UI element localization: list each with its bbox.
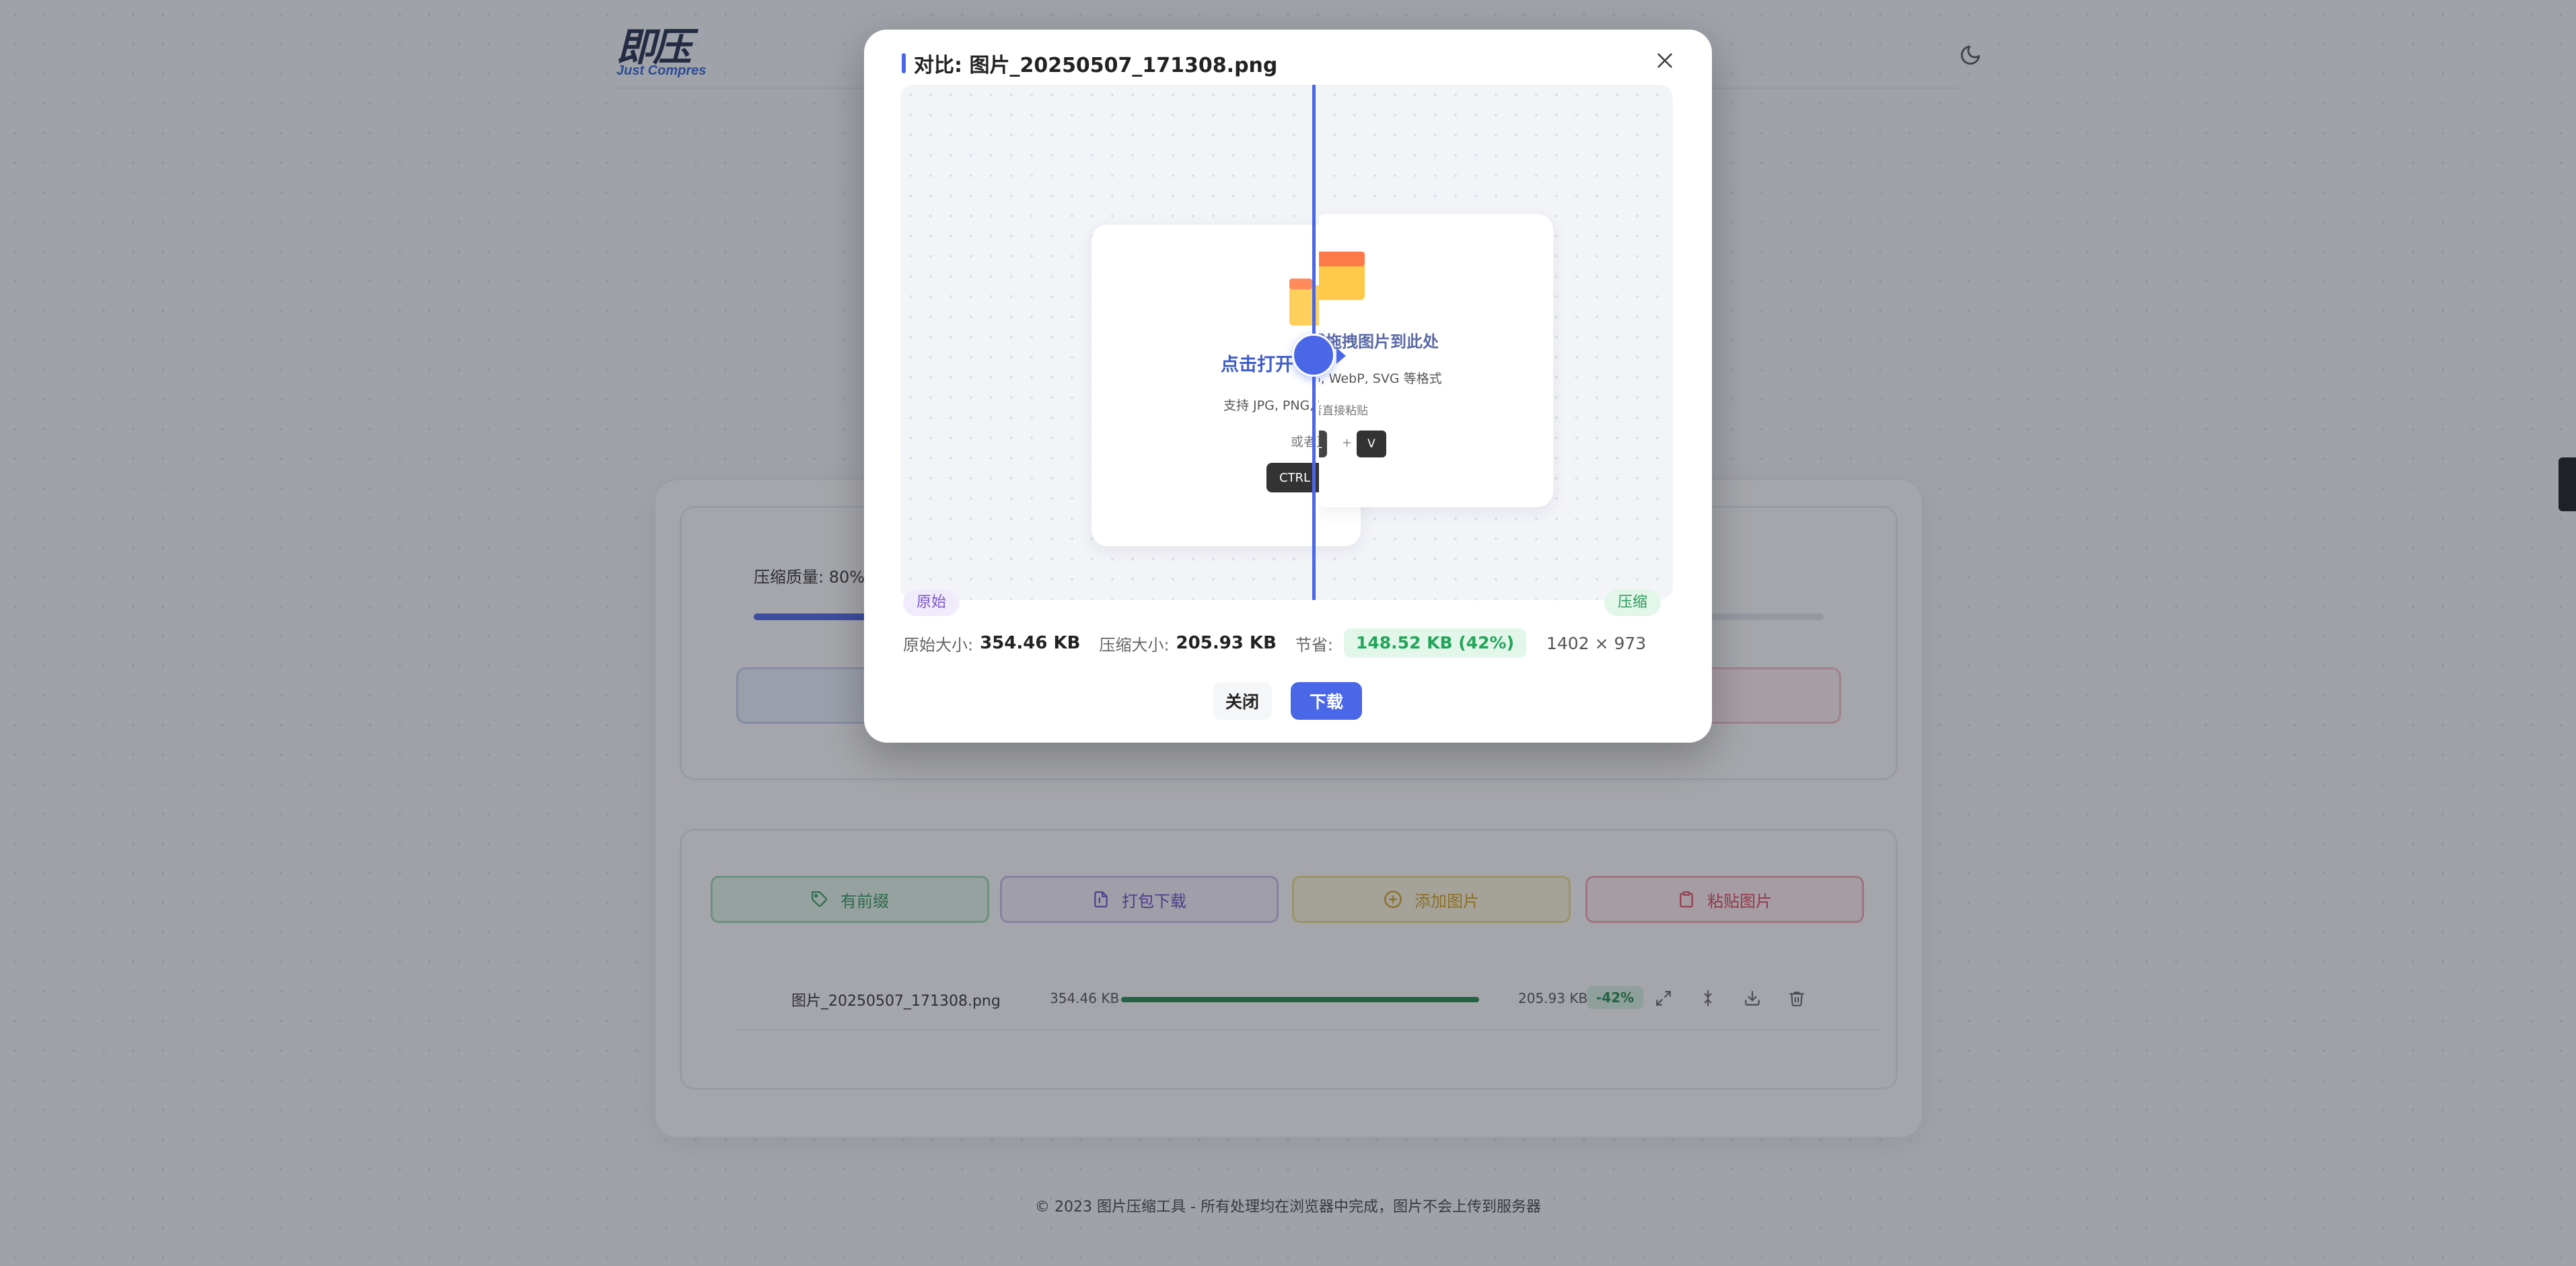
page: 即压 Just Compres 压缩质量: 80% 有前缀 打包下载 添加图片 … <box>0 0 2576 1266</box>
compressed-preview-card: 或拖拽图片到此处 G, WebP, SVG 等格式 者直接粘贴 L + V <box>1319 214 1553 507</box>
compressed-size-label: 压缩大小: <box>1099 635 1170 655</box>
saving-value: 148.52 KB (42%) <box>1344 628 1526 658</box>
compare-slider-handle[interactable] <box>1292 334 1335 377</box>
compressed-side: 或拖拽图片到此处 G, WebP, SVG 等格式 者直接粘贴 L + V <box>1319 85 1673 600</box>
preview-paste-text-right: 者直接粘贴 <box>1319 404 1368 418</box>
compare-stats: 原始大小: 354.46 KB 压缩大小: 205.93 KB 节省: 148.… <box>903 628 1646 658</box>
v-key: V <box>1357 431 1386 457</box>
folder-icon <box>1319 252 1365 300</box>
original-tag: 原始 <box>903 589 960 616</box>
plus-sign: + <box>1342 436 1353 450</box>
download-button[interactable]: 下载 <box>1291 682 1362 720</box>
preview-open-title: 点击打开 <box>1221 355 1293 375</box>
modal-close-button[interactable] <box>1650 46 1680 75</box>
compare-viewer[interactable]: 点击打开 支持 JPG, PNG, We 或者直接 CTRL 或拖拽图片到此处 … <box>900 85 1673 600</box>
close-button[interactable]: 关闭 <box>1213 682 1272 720</box>
modal-title-text: 对比: 图片_20250507_171308.png <box>914 54 1278 77</box>
ctrl-key-fragment: L <box>1319 431 1327 457</box>
image-dimensions: 1402 × 973 <box>1546 633 1647 653</box>
title-accent-bar <box>902 53 906 73</box>
compressed-size-value: 205.93 KB <box>1176 633 1277 653</box>
original-size-value: 354.46 KB <box>980 633 1081 653</box>
modal-title: 对比: 图片_20250507_171308.png <box>902 48 1277 78</box>
compressed-tag: 压缩 <box>1604 589 1661 616</box>
preview-formats-text-right: G, WebP, SVG 等格式 <box>1319 371 1442 386</box>
original-size-label: 原始大小: <box>903 635 974 655</box>
close-icon <box>1657 53 1672 68</box>
compare-modal: 对比: 图片_20250507_171308.png 点击打开 支持 JPG, … <box>864 30 1712 743</box>
handle-arrow-icon <box>1336 348 1346 364</box>
saving-label: 节省: <box>1295 635 1333 655</box>
